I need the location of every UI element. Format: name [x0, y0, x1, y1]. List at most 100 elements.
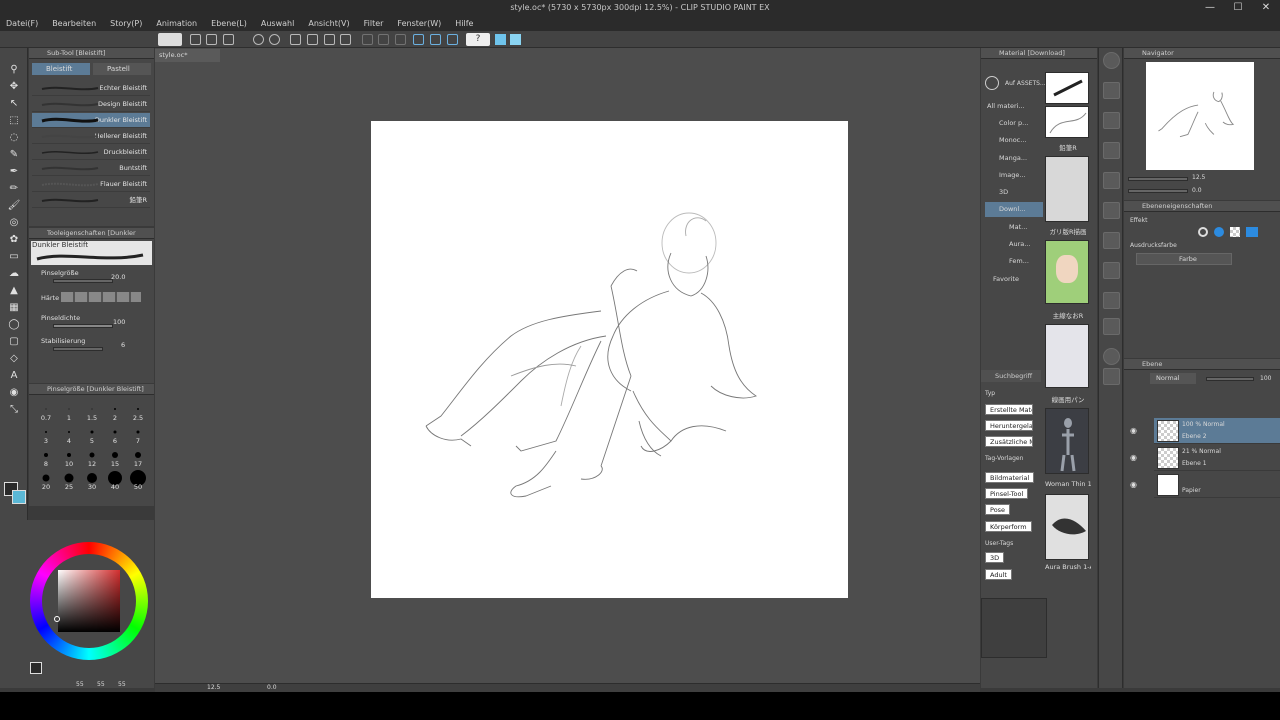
brush-size-preset[interactable]: 0.7 — [35, 400, 57, 422]
ruler-tool-icon[interactable]: ◇ — [6, 351, 22, 366]
blend-tool-icon[interactable]: ☁ — [6, 266, 22, 281]
minimize-button[interactable]: — — [1196, 0, 1224, 16]
tag-button-pose[interactable]: Pose — [985, 504, 1011, 515]
effect-icon-3[interactable] — [1230, 227, 1240, 237]
open-icon[interactable] — [206, 34, 217, 45]
perspective-snap-icon[interactable] — [430, 34, 441, 45]
help-icon[interactable]: ? — [466, 33, 490, 46]
brush-size-preset[interactable]: 10 — [58, 446, 80, 468]
layer-search-icon[interactable] — [1103, 318, 1120, 335]
menu-story[interactable]: Story(P) — [110, 16, 142, 31]
brush-size-preset[interactable]: 25 — [58, 469, 80, 491]
zoom-tool-icon[interactable]: ⚲ — [6, 62, 22, 77]
brush-density-value[interactable]: 100 — [113, 318, 125, 326]
color-picker-cursor[interactable] — [54, 616, 60, 622]
search-icon[interactable] — [1103, 52, 1120, 69]
brush-size-preset[interactable]: 6 — [104, 423, 126, 445]
pencil-tool-icon[interactable]: ✏ — [6, 181, 22, 196]
search-header[interactable]: Suchbegriff — [981, 370, 1041, 382]
type-button-downloaded[interactable]: Heruntergelad... — [985, 420, 1033, 431]
tree-item-favorite[interactable]: Favorite — [993, 272, 1053, 287]
material-thumb[interactable] — [1045, 408, 1089, 474]
brush-size-preset[interactable]: 7 — [127, 423, 149, 445]
visibility-eye-icon[interactable]: ◉ — [1130, 480, 1137, 489]
brush-item[interactable]: Flauer Bleistift — [32, 177, 150, 192]
material-thumb[interactable] — [1045, 72, 1089, 104]
brush-size-preset[interactable]: 12 — [81, 446, 103, 468]
material-thumb[interactable] — [1045, 324, 1089, 388]
stabilization-slider[interactable] — [53, 347, 103, 351]
ruler-snap-icon[interactable] — [413, 34, 424, 45]
zoom-value[interactable]: 12.5 — [207, 684, 220, 691]
navigator-preview[interactable] — [1146, 62, 1254, 170]
brush-size-preset[interactable]: 2 — [104, 400, 126, 422]
brush-size-slider[interactable] — [53, 279, 113, 283]
eraser-tool-icon[interactable]: ▭ — [6, 249, 22, 264]
transform-icon[interactable] — [290, 34, 301, 45]
3d-icon[interactable] — [1103, 172, 1120, 189]
brush-tool-icon[interactable]: 🖌 — [6, 198, 22, 213]
frame-tool-icon[interactable]: ▢ — [6, 334, 22, 349]
layer-icon[interactable] — [1103, 112, 1120, 129]
layer-name[interactable]: Papier — [1182, 487, 1201, 494]
brush-size-preset[interactable]: 50 — [127, 469, 149, 491]
grid-snap-icon[interactable] — [447, 34, 458, 45]
lasso-tool-icon[interactable]: ◌ — [6, 130, 22, 145]
info-icon[interactable] — [1103, 292, 1120, 309]
close-button[interactable]: ✕ — [1252, 0, 1280, 16]
redo-icon[interactable] — [269, 34, 280, 45]
invert-select-icon[interactable] — [378, 34, 389, 45]
crop-icon[interactable] — [340, 34, 351, 45]
select-tool-icon[interactable]: ⬚ — [6, 113, 22, 128]
material-thumb[interactable] — [1045, 156, 1089, 222]
opacity-slider[interactable] — [1206, 377, 1254, 381]
user-tag-3d[interactable]: 3D — [985, 552, 1005, 563]
menu-edit[interactable]: Bearbeiten — [52, 16, 96, 31]
close-panel-icon[interactable] — [1103, 82, 1120, 99]
tree-item-all[interactable]: All materi... — [987, 99, 1047, 114]
brush-size-preset[interactable]: 40 — [104, 469, 126, 491]
move-tool-icon[interactable]: ✥ — [6, 79, 22, 94]
saturation-value-square[interactable] — [58, 570, 120, 632]
material-thumb[interactable] — [1045, 106, 1089, 138]
select-icon[interactable] — [395, 34, 406, 45]
brush-size-preset[interactable]: 5 — [81, 423, 103, 445]
save-icon[interactable] — [223, 34, 234, 45]
layer-name[interactable]: Ebene 1 — [1182, 460, 1207, 467]
menu-filter[interactable]: Filter — [364, 16, 384, 31]
brush-size-preset[interactable]: 4 — [58, 423, 80, 445]
layer-row[interactable]: Papier — [1154, 472, 1280, 498]
figure-tool-icon[interactable]: ◯ — [6, 317, 22, 332]
navigator-icon[interactable] — [1103, 232, 1120, 249]
opacity-value[interactable]: 100 — [1260, 375, 1271, 382]
brush-item[interactable]: Druckbleistift — [32, 145, 150, 160]
history-icon[interactable] — [1103, 202, 1120, 219]
navigator-rotation[interactable]: 0.0 — [1192, 187, 1202, 194]
menu-selection[interactable]: Auswahl — [261, 16, 294, 31]
main-color-small[interactable] — [30, 662, 42, 674]
brush-size-preset[interactable]: 2.5 — [127, 400, 149, 422]
menu-animation[interactable]: Animation — [156, 16, 197, 31]
sub-view-icon[interactable] — [1103, 262, 1120, 279]
layer-row[interactable]: 21 % Normal Ebene 1 — [1154, 445, 1280, 471]
brush-item[interactable]: Buntstift — [32, 161, 150, 176]
sub-color-swatch[interactable] — [12, 490, 26, 504]
operation-tool-icon[interactable]: ↖ — [6, 96, 22, 111]
visibility-eye-icon[interactable]: ◉ — [1130, 426, 1137, 435]
balloon-tool-icon[interactable]: ◉ — [6, 385, 22, 400]
tree-item-download[interactable]: Downl... — [985, 202, 1043, 217]
menu-layer[interactable]: Ebene(L) — [211, 16, 247, 31]
navigator-zoom[interactable]: 12.5 — [1192, 174, 1205, 181]
layer-name[interactable]: Ebene 2 — [1182, 433, 1207, 440]
brush-item[interactable]: Design Bleistift — [32, 97, 150, 112]
undo-icon[interactable] — [253, 34, 264, 45]
gradient-tool-icon[interactable]: ▦ — [6, 300, 22, 315]
assets-icon[interactable] — [985, 76, 999, 90]
document-tab[interactable]: style.oc* — [155, 49, 220, 62]
airbrush-tool-icon[interactable]: ◎ — [6, 215, 22, 230]
menu-help[interactable]: Hilfe — [455, 16, 473, 31]
animation-icon[interactable] — [1103, 368, 1120, 385]
decoration-tool-icon[interactable]: ✿ — [6, 232, 22, 247]
clear-icon[interactable] — [307, 34, 318, 45]
menu-view[interactable]: Ansicht(V) — [308, 16, 349, 31]
